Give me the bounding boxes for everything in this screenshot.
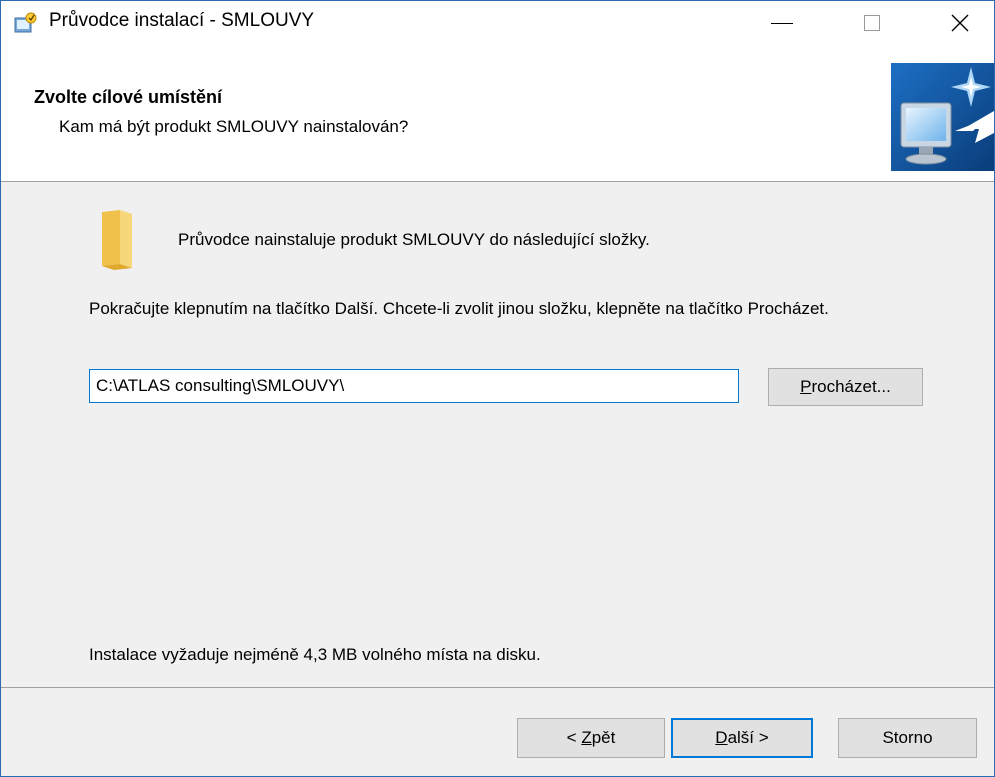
back-prefix: <: [566, 728, 582, 747]
info-line: Průvodce nainstaluje produkt SMLOUVY do …: [178, 230, 650, 249]
browse-accel: P: [800, 377, 812, 396]
installer-window: Průvodce instalací - SMLOUVY Zvolte cílo…: [0, 0, 995, 777]
folder-icon: [98, 208, 136, 270]
next-label: alší >: [727, 728, 769, 747]
title-bar[interactable]: Průvodce instalací - SMLOUVY: [1, 1, 994, 44]
back-accel: Z: [581, 728, 592, 747]
page-title: Zvolte cílové umístění: [34, 87, 223, 107]
back-label: pět: [591, 728, 616, 747]
wizard-header: Zvolte cílové umístění Kam má být produk…: [1, 44, 994, 182]
maximize-icon: [864, 14, 880, 31]
minimize-icon: [771, 23, 793, 24]
close-button[interactable]: [925, 1, 994, 44]
next-button[interactable]: Další >: [671, 718, 813, 758]
instruction-text: Pokračujte klepnutím na tlačítko Další. …: [89, 299, 829, 318]
window-title: Průvodce instalací - SMLOUVY: [49, 10, 315, 31]
close-icon: [951, 14, 969, 31]
computer-install-icon: [891, 63, 994, 171]
cancel-button[interactable]: Storno: [838, 718, 977, 758]
page-subtitle: Kam má být produkt SMLOUVY nainstalován?: [59, 117, 409, 136]
footer-divider: [1, 687, 994, 688]
maximize-button[interactable]: [837, 1, 907, 44]
minimize-button[interactable]: [747, 1, 817, 44]
install-path-input[interactable]: [89, 369, 739, 403]
browse-label: rocházet...: [811, 377, 891, 396]
browse-button[interactable]: Procházet...: [768, 368, 923, 406]
disk-space-text: Instalace vyžaduje nejméně 4,3 MB volnéh…: [89, 645, 541, 664]
installer-icon: [13, 12, 37, 34]
back-button[interactable]: < Zpět: [517, 718, 665, 758]
next-accel: D: [715, 728, 728, 747]
cancel-label: Storno: [882, 728, 933, 747]
